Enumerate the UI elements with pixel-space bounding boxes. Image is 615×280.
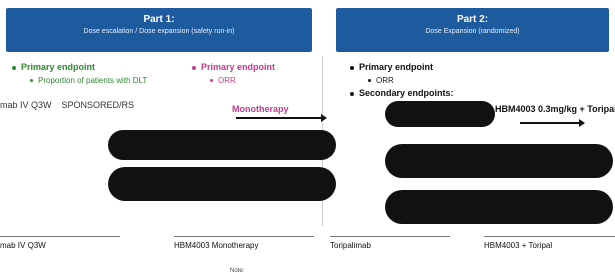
cohort-label: Toripalimab (330, 236, 450, 264)
part-1-title: Part 1: (143, 14, 175, 25)
part-2-description: Dose Expansion (randomized) (425, 28, 520, 35)
redacted-block (108, 130, 336, 160)
part-2-endpoints: Primary endpoint ORR Secondary endpoints… (350, 61, 454, 100)
bullet-icon (12, 65, 16, 70)
footnote: Note: (230, 268, 245, 274)
bullet-icon (368, 79, 371, 82)
secondary-endpoint-label: Secondary endpoints: (359, 88, 454, 98)
redacted-block (385, 144, 613, 178)
part-1-banner: Part 1: Dose escalation / Dose expansion… (6, 8, 312, 52)
part-1-description: Dose escalation / Dose expansion (safety… (83, 28, 235, 35)
part-1-endpoints: Primary endpoint Proportion of patients … (12, 61, 147, 87)
primary-endpoint-label: Primary endpoint (21, 62, 96, 72)
bullet-icon (210, 79, 213, 82)
bullet-icon (350, 91, 354, 96)
primary-endpoint-text: ORR (376, 76, 394, 85)
redacted-block (385, 101, 495, 127)
bullet-icon (192, 65, 196, 70)
primary-endpoint-item: Proportion of patients with DLT (12, 74, 147, 87)
secondary-endpoint-heading: Secondary endpoints: (350, 87, 454, 100)
redacted-block (108, 167, 336, 201)
arrow-icon (520, 119, 585, 127)
primary-endpoint-text: ORR (218, 76, 236, 85)
monotherapy-row: Monotherapy (232, 104, 289, 114)
arm-label-left: mab IV Q3W (0, 100, 52, 110)
primary-endpoint-item: ORR (350, 74, 454, 87)
bullet-icon (30, 79, 33, 82)
arm-label-mid: SPONSORED/RS (61, 100, 135, 110)
cohort-label: HBM4003 + Toripal (484, 236, 615, 264)
cohort-labels: mab IV Q3W HBM4003 Monotherapy Toripalim… (0, 236, 615, 264)
primary-endpoint-label: Primary endpoint (201, 62, 276, 72)
part-2-banner: Part 2: Dose Expansion (randomized) (336, 8, 609, 52)
cohort-label: mab IV Q3W (0, 236, 120, 264)
primary-endpoint-label: Primary endpoint (359, 62, 434, 72)
primary-endpoint-text: Proportion of patients with DLT (38, 76, 148, 85)
primary-endpoint-heading: Primary endpoint (350, 61, 454, 74)
primary-endpoint-heading: Primary endpoint (12, 61, 147, 74)
monotherapy-label: Monotherapy (232, 104, 289, 114)
arrow-icon (236, 114, 327, 122)
part-2-title: Part 2: (456, 14, 489, 25)
redacted-block (385, 190, 613, 224)
part-1-arm-row: mab IV Q3W SPONSORED/RS (0, 100, 134, 110)
part-1b-endpoints: Primary endpoint ORR (192, 61, 275, 87)
part-2-arm-label: HBM4003 0.3mg/kg + Toripalimab (495, 104, 615, 114)
primary-endpoint-item: ORR (192, 74, 275, 87)
primary-endpoint-heading: Primary endpoint (192, 61, 275, 74)
cohort-label: HBM4003 Monotherapy (174, 236, 314, 264)
bullet-icon (350, 65, 354, 70)
